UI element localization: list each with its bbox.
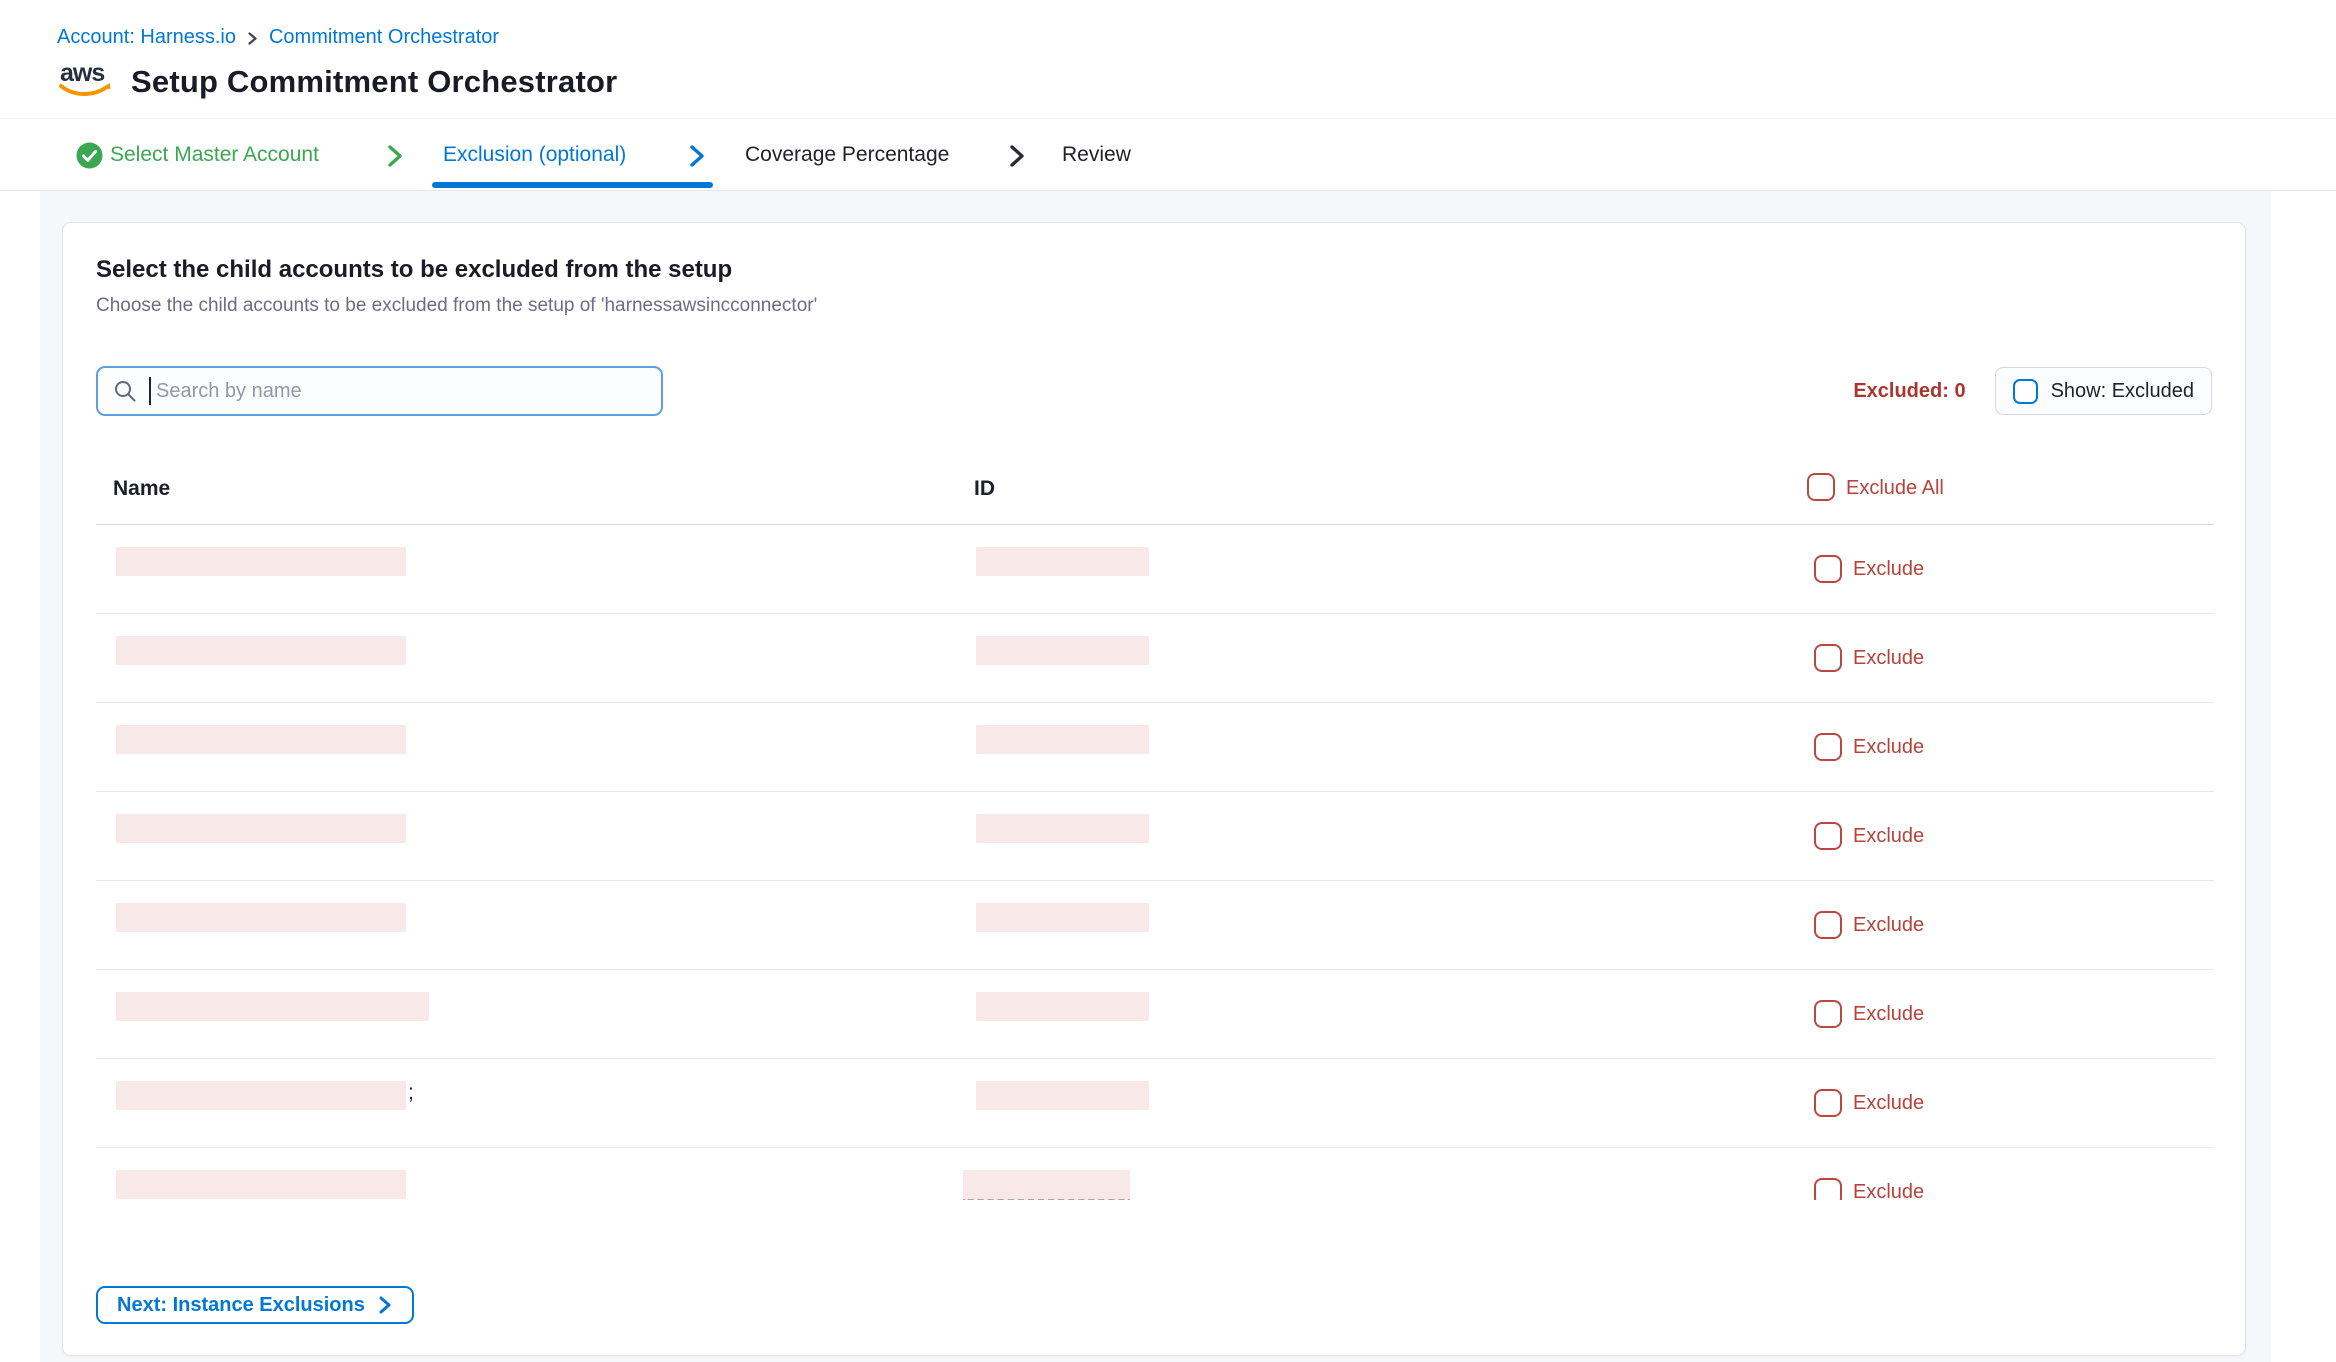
exclusion-controls: Excluded: 0 Show: Excluded xyxy=(1853,366,2212,416)
table-row: Exclude xyxy=(96,703,2214,792)
exclude-label: Exclude xyxy=(1853,914,1924,937)
breadcrumb-account-link[interactable]: Account: Harness.io xyxy=(57,26,236,49)
accounts-table-header: Name ID Exclude All xyxy=(96,475,2214,524)
breadcrumb: Account: Harness.io Commitment Orchestra… xyxy=(57,26,499,49)
redacted-account-name xyxy=(116,725,406,754)
exclude-label: Exclude xyxy=(1853,736,1924,759)
table-row: Exclude xyxy=(96,1148,2214,1200)
excluded-count: Excluded: 0 xyxy=(1853,380,1965,403)
stepper-step-coverage-percentage[interactable]: Coverage Percentage xyxy=(745,119,949,191)
stepper-step-review[interactable]: Review xyxy=(1062,119,1131,191)
exclude-checkbox[interactable] xyxy=(1814,822,1842,850)
redacted-account-id xyxy=(976,636,1149,665)
breadcrumb-page-link[interactable]: Commitment Orchestrator xyxy=(269,26,499,49)
id-column-header: ID xyxy=(974,477,995,501)
table-row: Exclude xyxy=(96,525,2214,614)
show-excluded-checkbox[interactable] xyxy=(2013,379,2038,404)
redacted-account-name xyxy=(116,903,406,932)
show-excluded-label: Show: Excluded xyxy=(2051,380,2194,403)
search-icon xyxy=(113,379,138,404)
exclude-label: Exclude xyxy=(1853,558,1924,581)
table-row: ; Exclude xyxy=(96,1059,2214,1148)
stepper-chevron-icon xyxy=(1007,144,1027,173)
next-button-label: Next: Instance Exclusions xyxy=(117,1294,365,1317)
table-row: Exclude xyxy=(96,970,2214,1059)
page-body-panel: Select the child accounts to be excluded… xyxy=(40,191,2271,1362)
redacted-account-id xyxy=(963,1170,1130,1200)
text-caret xyxy=(149,377,151,405)
redacted-account-name xyxy=(116,992,429,1021)
page-header: aws Setup Commitment Orchestrator xyxy=(57,58,617,105)
redacted-account-id xyxy=(976,903,1149,932)
redacted-account-id xyxy=(976,725,1149,754)
redacted-account-id xyxy=(976,547,1149,576)
exclude-checkbox[interactable] xyxy=(1814,733,1842,761)
exclude-checkbox[interactable] xyxy=(1814,1178,1842,1200)
exclude-all-label: Exclude All xyxy=(1846,477,1944,500)
redacted-account-id xyxy=(976,814,1149,843)
account-name-suffix: ; xyxy=(408,1081,414,1105)
step-completed-check-icon xyxy=(76,142,103,174)
page-title: Setup Commitment Orchestrator xyxy=(131,64,617,100)
exclude-checkbox[interactable] xyxy=(1814,1000,1842,1028)
exclude-checkbox[interactable] xyxy=(1814,644,1842,672)
stepper-step-exclusion[interactable]: Exclusion (optional) xyxy=(443,119,626,191)
redacted-account-name xyxy=(116,1081,406,1110)
search-field-wrap xyxy=(96,366,663,416)
card-heading: Select the child accounts to be excluded… xyxy=(96,256,732,284)
exclude-label: Exclude xyxy=(1853,647,1924,670)
exclude-label: Exclude xyxy=(1853,1003,1924,1026)
setup-stepper: Select Master Account Exclusion (optiona… xyxy=(0,118,2336,191)
stepper-chevron-icon xyxy=(385,144,405,173)
show-excluded-toggle[interactable]: Show: Excluded xyxy=(1995,367,2212,415)
redacted-account-name xyxy=(116,814,406,843)
aws-logo-icon: aws xyxy=(57,58,113,105)
exclude-checkbox[interactable] xyxy=(1814,911,1842,939)
exclusion-card: Select the child accounts to be excluded… xyxy=(62,222,2246,1356)
accounts-scroll-area[interactable]: Exclude Exclude Exclude Exclude Exclude Exclu… xyxy=(96,524,2214,1200)
exclude-checkbox[interactable] xyxy=(1814,1089,1842,1117)
exclude-label: Exclude xyxy=(1853,1181,1924,1200)
redacted-account-name xyxy=(116,547,406,576)
table-row: Exclude xyxy=(96,792,2214,881)
chevron-right-icon xyxy=(377,1295,393,1315)
stepper-chevron-icon xyxy=(687,144,707,173)
stepper-step-select-master-account[interactable]: Select Master Account xyxy=(110,119,319,191)
search-input[interactable] xyxy=(96,366,663,416)
exclude-label: Exclude xyxy=(1853,1092,1924,1115)
exclude-checkbox[interactable] xyxy=(1814,555,1842,583)
exclude-label: Exclude xyxy=(1853,825,1924,848)
breadcrumb-chevron-icon xyxy=(246,29,259,46)
exclude-all-checkbox[interactable] xyxy=(1807,473,1835,501)
card-subheading: Choose the child accounts to be excluded… xyxy=(96,295,817,317)
redacted-account-name xyxy=(116,1170,406,1199)
redacted-account-name xyxy=(116,636,406,665)
active-step-underline xyxy=(432,182,713,188)
name-column-header: Name xyxy=(113,477,170,501)
next-instance-exclusions-button[interactable]: Next: Instance Exclusions xyxy=(96,1286,414,1324)
redacted-account-id xyxy=(976,1081,1149,1110)
redacted-account-id xyxy=(976,992,1149,1021)
table-row: Exclude xyxy=(96,614,2214,703)
svg-text:aws: aws xyxy=(60,59,104,87)
table-row: Exclude xyxy=(96,881,2214,970)
